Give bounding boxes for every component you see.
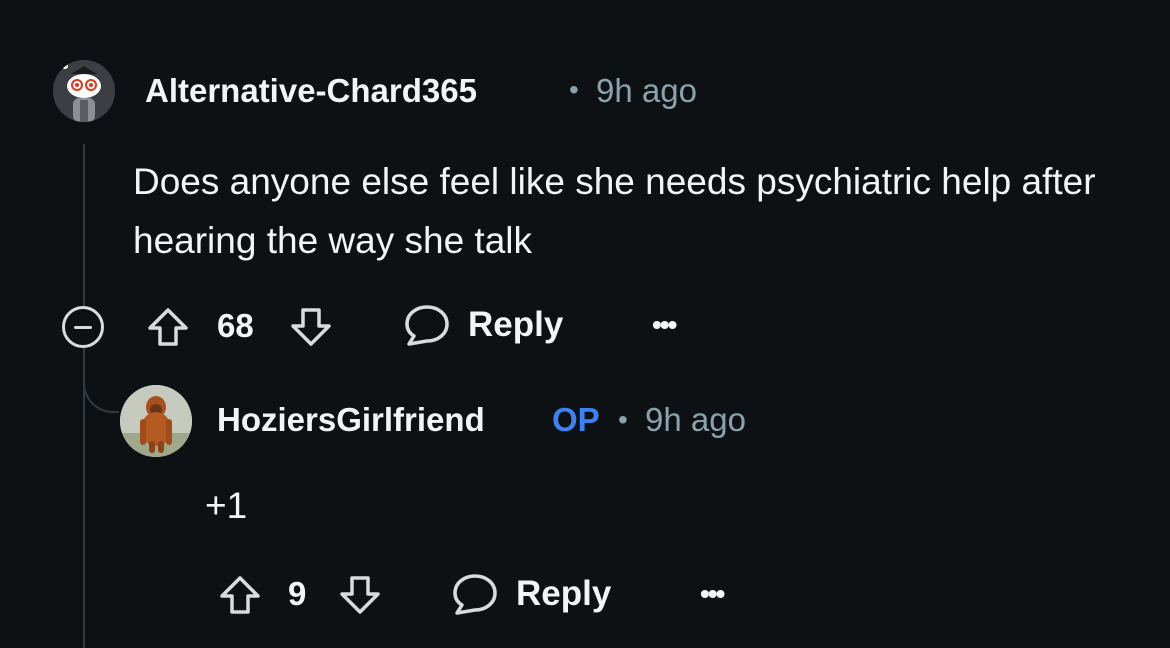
thread-line[interactable] — [83, 144, 85, 648]
reply-label: Reply — [516, 574, 612, 613]
snoo-avatar-icon — [53, 60, 115, 122]
user-avatar[interactable] — [53, 60, 115, 122]
comment-username[interactable]: Alternative-Chard365 — [145, 72, 477, 110]
vote-count: 68 — [217, 307, 254, 344]
upvote-icon[interactable] — [218, 573, 262, 617]
reply-label: Reply — [468, 305, 564, 344]
collapse-thread-button[interactable] — [62, 306, 104, 348]
vote-count: 9 — [288, 575, 307, 612]
meta-separator: • — [618, 404, 628, 435]
comment-body: Does anyone else feel like she needs psy… — [133, 161, 1096, 261]
downvote-icon[interactable] — [338, 573, 382, 617]
upvote-icon[interactable] — [146, 305, 190, 349]
reply-user-avatar[interactable] — [120, 385, 192, 457]
op-badge: OP — [552, 401, 600, 438]
reply-connector — [83, 345, 119, 413]
comment-timestamp[interactable]: 9h ago — [596, 72, 697, 110]
reply-timestamp[interactable]: 9h ago — [645, 401, 746, 439]
orangutan-avatar-icon — [120, 385, 192, 457]
reply-username[interactable]: HoziersGirlfriend — [217, 401, 485, 439]
speech-bubble-icon — [453, 574, 497, 615]
downvote-icon[interactable] — [289, 305, 333, 349]
more-options-button[interactable]: ••• — [652, 309, 677, 341]
more-options-button[interactable]: ••• — [700, 578, 725, 610]
speech-bubble-icon — [405, 305, 449, 346]
meta-separator: • — [569, 74, 579, 105]
reply-body: +1 — [205, 485, 248, 526]
